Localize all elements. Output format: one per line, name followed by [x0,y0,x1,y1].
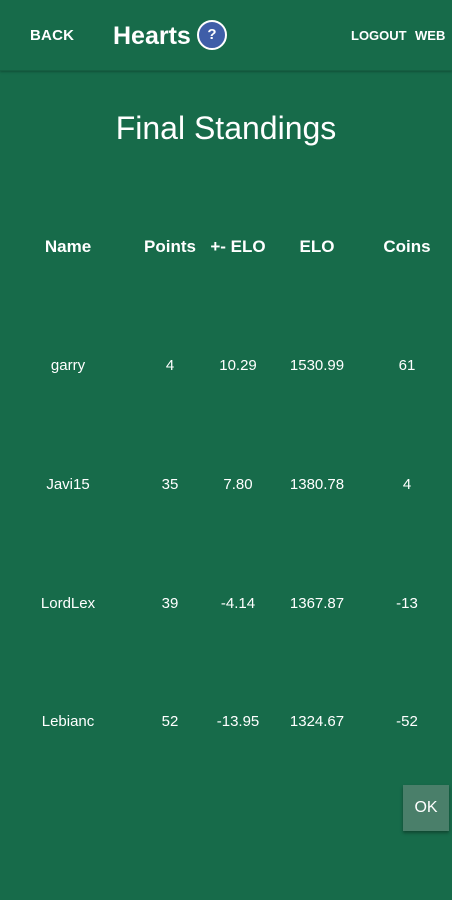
elo-change-cell: 10.29 [219,357,257,374]
ok-button[interactable]: OK [403,785,449,831]
player-name-cell: Lebianc [41,713,95,730]
points-cell: 35 [161,476,179,493]
elo-cell: 1367.87 [289,595,345,612]
coins-cell: 4 [402,476,412,493]
column-header-name: Name [44,237,92,256]
player-name-cell: garry [50,357,86,374]
elo-cell: 1380.78 [289,476,345,493]
column-header-coins: Coins [383,237,431,256]
column-header-points: Points [144,237,196,256]
elo-change-cell: -13.95 [216,713,260,730]
points-cell: 39 [161,595,179,612]
coins-cell: -52 [396,713,418,730]
coins-cell: -13 [396,595,418,612]
column-header-elo: ELO [299,237,335,256]
player-name-cell: Javi15 [46,476,90,493]
elo-cell: 1324.67 [289,713,345,730]
final-standings-screen: BACK Hearts ? LOGOUT WEB Final Standings… [0,0,452,900]
column-header-elo-change: +- ELO [210,237,266,256]
elo-change-cell: 7.80 [223,476,253,493]
coins-cell: 61 [398,357,416,374]
elo-cell: 1530.99 [289,357,345,374]
points-cell: 52 [161,713,179,730]
points-cell: 4 [165,357,175,374]
elo-change-cell: -4.14 [220,595,256,612]
standings-table: Name Points +- ELO ELO Coins garry 4 10.… [0,0,452,900]
player-name-cell: LordLex [40,595,96,612]
